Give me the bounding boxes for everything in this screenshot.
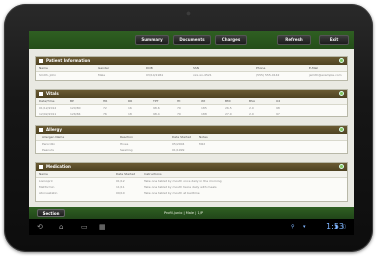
col: Reaction — [120, 135, 134, 139]
cell: Swelling — [120, 148, 133, 152]
recent-apps-icon[interactable]: ▭ — [81, 223, 88, 231]
medication-section: Medication Name Date Started Instruction… — [35, 162, 348, 202]
cell: 09/10 — [116, 191, 125, 195]
col: Ht — [177, 99, 181, 103]
table-row[interactable]: Peanuts Swelling 01/1999 — [36, 147, 347, 153]
usb-icon: ⚲ — [291, 224, 295, 230]
tab-documents[interactable]: Documents — [173, 35, 211, 45]
col: BSA — [249, 99, 256, 103]
col: RR — [128, 99, 133, 103]
system-nav-bar: ⟲ ⌂ ▭ ▦ ⚲ ▾ 1:53 ▮ ▯ — [29, 219, 354, 235]
table-row[interactable]: 12/02/2011 126/84 76 18 98.4 70 188 27.0… — [36, 111, 347, 117]
col: BP — [70, 99, 74, 103]
col-ssn: SSN — [193, 66, 200, 70]
section-title: Patient Information — [46, 58, 91, 63]
collapse-toggle-icon[interactable] — [339, 164, 344, 169]
col: Date/Time — [39, 99, 55, 103]
tab-summary[interactable]: Summary — [135, 35, 169, 45]
col: O2 — [276, 99, 281, 103]
column-headers: Date/Time BP HR RR TPT Ht Wt BMI BSA O2 — [36, 98, 347, 105]
cell: Smith, John — [39, 73, 57, 77]
cell: 98.4 — [153, 112, 160, 116]
col: HR — [103, 99, 108, 103]
signal-icon: ▮ — [335, 224, 338, 230]
col: Date Started — [172, 135, 192, 139]
patient-info-section: Patient Information Name Gender DOB SSN … — [35, 56, 348, 81]
cell: Male — [98, 73, 106, 77]
section-header[interactable]: Vitals — [36, 90, 347, 98]
home-icon[interactable]: ⌂ — [59, 223, 63, 231]
cell: 2.0 — [249, 112, 254, 116]
cell: 27.0 — [225, 112, 232, 116]
profile-info: Profil.junio | Male | 1/P — [164, 211, 203, 215]
cell: 18 — [128, 112, 132, 116]
exit-button[interactable]: Exit — [319, 35, 349, 45]
col-dob: DOB — [146, 66, 153, 70]
col-name: Name — [39, 66, 48, 70]
cell: Peanuts — [42, 148, 54, 152]
tablet-frame: Summary Documents Charges Refresh Exit P… — [4, 4, 373, 252]
collapse-toggle-icon[interactable] — [339, 91, 344, 96]
vitals-section: Vitals Date/Time BP HR RR TPT Ht Wt BMI … — [35, 89, 348, 117]
cell: 126/84 — [70, 112, 81, 116]
battery-icon: ▯ — [343, 224, 346, 230]
col-phone: Phone — [256, 66, 266, 70]
section-header[interactable]: Patient Information — [36, 57, 347, 65]
col: Notes — [199, 135, 208, 139]
col: TPT — [153, 99, 159, 103]
cell: jsmith@example.com — [309, 73, 342, 77]
notification-icon: ▾ — [303, 224, 306, 230]
bottom-toolbar: Section Profil.junio | Male | 1/P — [29, 207, 354, 219]
cell: 70 — [177, 112, 181, 116]
cell: (555) 555-0142 — [256, 73, 280, 77]
cell: Take one tablet by mouth at bedtime — [144, 191, 200, 195]
cell: 97 — [276, 112, 280, 116]
column-headers: Name Gender DOB SSN Phone E-Mail — [36, 65, 347, 72]
menu-icon[interactable]: ▦ — [99, 223, 106, 231]
section-header[interactable]: Allergy — [36, 126, 347, 134]
allergy-section: Allergy Allergen Name Reaction Date Star… — [35, 125, 348, 154]
section-title: Vitals — [46, 91, 59, 96]
section-button[interactable]: Section — [37, 209, 65, 217]
cell: 76 — [103, 112, 107, 116]
col: Name — [39, 172, 48, 176]
refresh-button[interactable]: Refresh — [277, 35, 311, 45]
column-headers: Allergen Name Reaction Date Started Note… — [36, 134, 347, 141]
section-icon — [39, 128, 43, 132]
col: Date Started — [116, 172, 136, 176]
section-header[interactable]: Medication — [36, 163, 347, 171]
col-gender: Gender — [98, 66, 110, 70]
screen: Summary Documents Charges Refresh Exit P… — [29, 31, 354, 235]
top-toolbar: Summary Documents Charges Refresh Exit — [29, 31, 354, 49]
col-email: E-Mail — [309, 66, 319, 70]
col: Wt — [201, 99, 206, 103]
tab-charges[interactable]: Charges — [215, 35, 247, 45]
cell: 01/1999 — [172, 148, 185, 152]
cell: Atorvastatin — [39, 191, 58, 195]
cell: 12/02/2011 — [39, 112, 57, 116]
collapse-toggle-icon[interactable] — [339, 58, 344, 63]
cell: xxx-xx-4521 — [193, 73, 212, 77]
table-row[interactable]: Smith, John Male 03/14/1961 xxx-xx-4521 … — [36, 72, 347, 78]
col: Allergen Name — [42, 135, 65, 139]
back-icon[interactable]: ⟲ — [37, 223, 43, 231]
camera-lens — [186, 11, 191, 16]
table-row[interactable]: Atorvastatin 09/10 Take one tablet by mo… — [36, 190, 347, 196]
col: BMI — [225, 99, 231, 103]
section-title: Medication — [46, 164, 71, 169]
collapse-toggle-icon[interactable] — [339, 127, 344, 132]
col: Instructions — [144, 172, 162, 176]
cell: 03/14/1961 — [146, 73, 164, 77]
section-icon — [39, 165, 43, 169]
cell: 188 — [201, 112, 207, 116]
column-headers: Name Date Started Instructions — [36, 171, 347, 178]
section-title: Allergy — [46, 127, 62, 132]
section-icon — [39, 92, 43, 96]
section-icon — [39, 59, 43, 63]
